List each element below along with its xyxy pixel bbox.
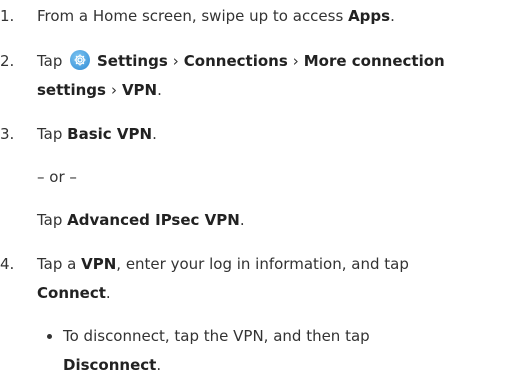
settings-gear-icon (70, 50, 91, 70)
separator: › (292, 52, 299, 70)
bullet-text: To disconnect, tap the VPN, and then tap (63, 327, 370, 345)
settings-continued-label: settings (37, 81, 106, 99)
punct: . (239, 211, 245, 229)
step-number: 4. (0, 255, 15, 273)
step-number: 2. (0, 52, 15, 70)
connect-label: Connect (37, 284, 106, 302)
step-text: Tap (37, 125, 68, 143)
basic-vpn-label: Basic VPN (67, 125, 153, 143)
or-text: – or – (37, 168, 77, 186)
vpn-label: VPN (121, 81, 158, 99)
step-text: Tap (37, 211, 68, 229)
connections-label: Connections (183, 52, 288, 70)
step-text: , enter your log in information, and tap (116, 255, 409, 273)
more-connection-label: More connection (303, 52, 445, 70)
apps-label: Apps (348, 7, 391, 25)
bullet-dot-icon (47, 334, 52, 339)
punct: . (156, 356, 162, 374)
settings-label: Settings (96, 52, 168, 70)
step-text: Tap a (37, 255, 82, 273)
step-text: From a Home screen, swipe up to access (37, 7, 349, 25)
punct: . (157, 81, 162, 99)
disconnect-label: Disconnect (63, 356, 157, 374)
step-number: 3. (0, 125, 15, 143)
separator: › (172, 52, 179, 70)
punct: . (152, 125, 157, 143)
punct: . (105, 284, 111, 302)
step-number: 1. (0, 7, 15, 25)
vpn-label: VPN (81, 255, 117, 273)
advanced-ipsec-vpn-label: Advanced IPsec VPN (67, 211, 240, 229)
punct: . (390, 7, 395, 25)
tap-text: Tap (37, 52, 63, 70)
separator: › (110, 81, 117, 99)
